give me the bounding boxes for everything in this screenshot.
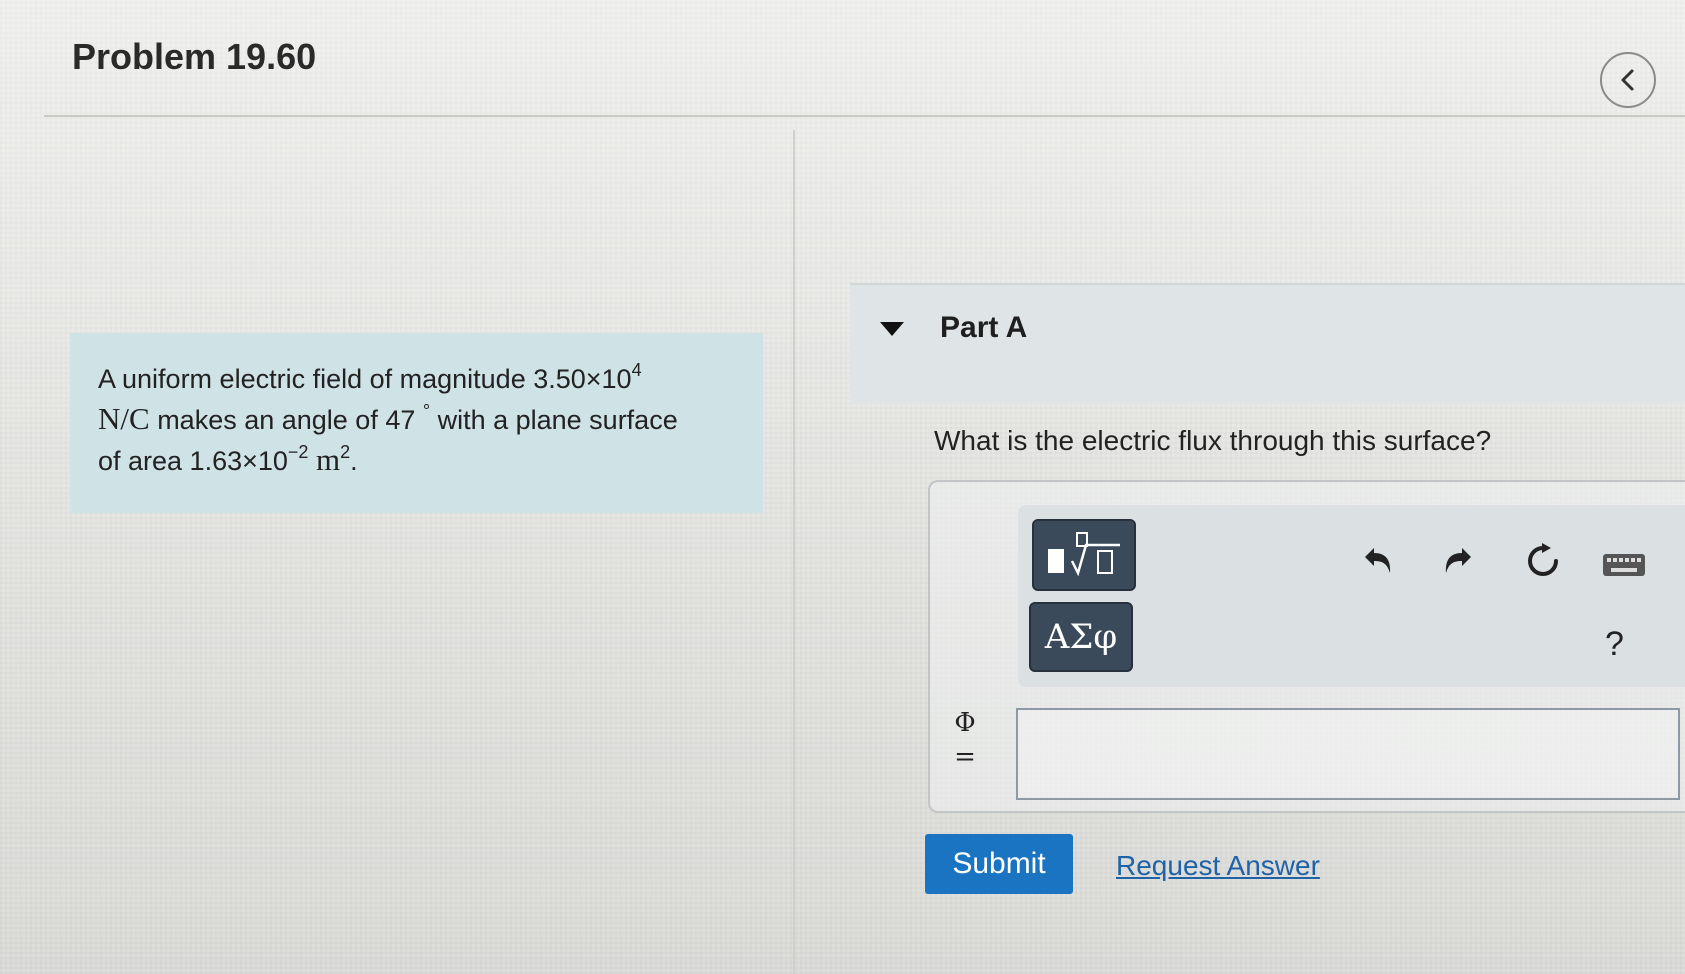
keyboard-button[interactable] [1600,548,1648,582]
column-divider [793,130,795,974]
problem-text: A uniform electric field of magnitude 3.… [98,364,632,394]
greek-symbols-button[interactable]: ΑΣφ [1029,602,1133,672]
templates-button[interactable] [1032,519,1136,591]
caret-down-icon[interactable] [880,322,904,336]
submit-button[interactable]: Submit [925,834,1073,894]
problem-text: . [350,446,358,476]
undo-icon [1365,548,1391,573]
degree-symbol: ° [422,401,431,421]
problem-text: of area 1.63×10 [98,446,288,476]
problem-text: makes an angle of 47 [149,405,423,435]
area-unit-exponent: 2 [340,442,351,462]
header-divider [44,115,1685,117]
part-a-title[interactable]: Part A [940,311,1027,345]
answer-input[interactable] [1016,708,1680,800]
keyboard-icon [1603,554,1645,576]
problem-statement: A uniform electric field of magnitude 3.… [70,333,763,513]
chevron-left-icon [1621,69,1634,91]
reset-button[interactable] [1522,540,1564,582]
problem-exponent: −2 [287,442,309,462]
equals-sign: = [954,742,976,772]
phi-symbol: Φ [954,708,976,738]
problem-line-2: N/C makes an angle of 47 ° with a plane … [98,399,735,440]
problem-exponent: 4 [631,360,642,380]
redo-button[interactable] [1438,540,1478,580]
help-button[interactable]: ? [1605,625,1624,664]
answer-variable-label: Φ = [950,706,980,774]
templates-icon [1048,532,1120,577]
part-a-question: What is the electric flux through this s… [934,425,1492,456]
request-answer-link[interactable]: Request Answer [1116,850,1320,882]
redo-icon [1445,548,1471,573]
page: Problem 19.60 A uniform electric field o… [0,0,1685,974]
problem-line-1: A uniform electric field of magnitude 3.… [98,359,735,399]
page-title: Problem 19.60 [72,36,317,77]
field-unit: N/C [98,401,150,436]
undo-button[interactable] [1358,540,1398,580]
problem-text: with a plane surface [430,405,678,435]
reset-icon [1528,543,1558,576]
problem-line-3: of area 1.63×10−2 m2. [98,440,735,481]
area-unit: m [315,442,341,477]
collapse-button[interactable] [1600,52,1656,108]
